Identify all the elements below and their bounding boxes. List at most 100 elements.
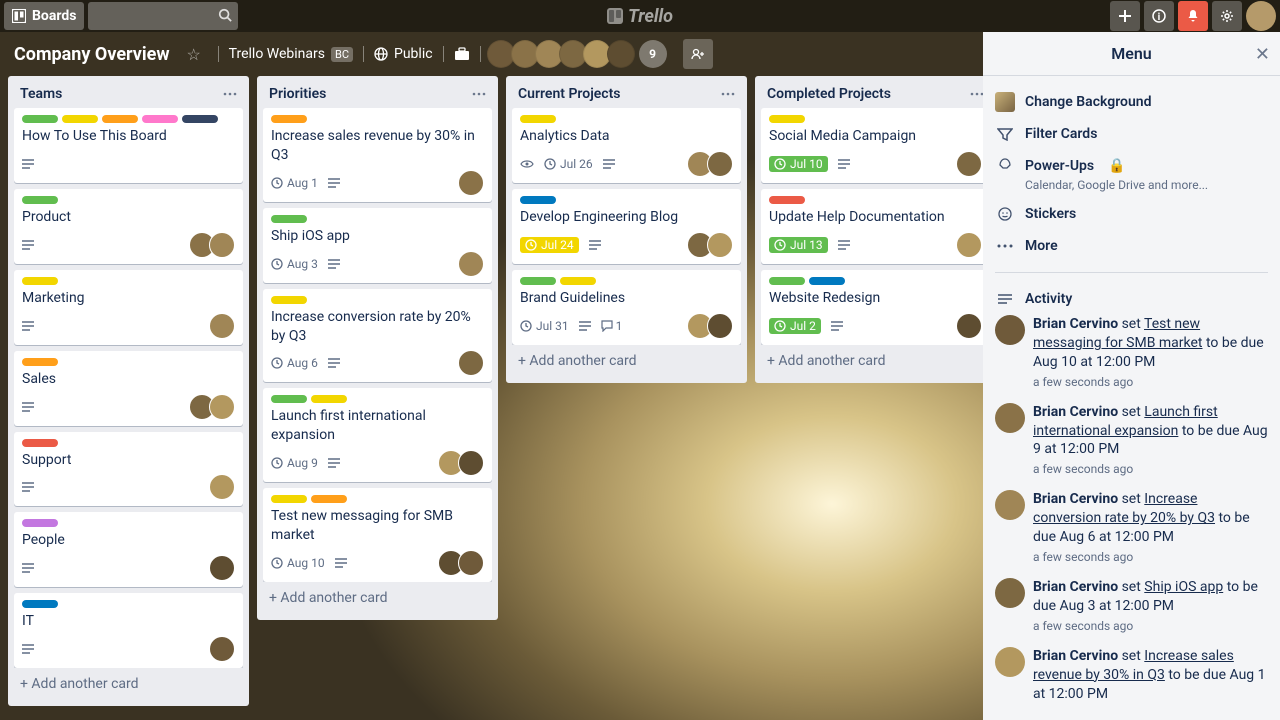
card[interactable]: Product <box>14 189 243 264</box>
member-avatar[interactable] <box>209 474 235 500</box>
label-blue[interactable] <box>520 196 556 204</box>
label-orange[interactable] <box>22 358 58 366</box>
member-avatar[interactable] <box>956 232 982 258</box>
member-avatar[interactable] <box>209 636 235 662</box>
card[interactable]: Analytics DataJul 26 <box>512 108 741 183</box>
card[interactable]: IT <box>14 593 243 668</box>
card[interactable]: Develop Engineering BlogJul 24 <box>512 189 741 264</box>
invite-button[interactable] <box>683 39 713 69</box>
list-menu-button[interactable] <box>472 92 486 96</box>
activity-avatar[interactable] <box>995 490 1025 520</box>
list-title[interactable]: Priorities <box>269 86 472 102</box>
member-avatar[interactable] <box>707 313 733 339</box>
member-avatar[interactable] <box>458 450 484 476</box>
card[interactable]: Sales <box>14 351 243 426</box>
info-button[interactable]: i <box>1144 1 1174 31</box>
label-green[interactable] <box>769 277 805 285</box>
menu-stickers[interactable]: Stickers <box>995 198 1268 230</box>
activity-link[interactable]: Ship iOS app <box>1144 579 1223 595</box>
label-orange[interactable] <box>271 115 307 123</box>
label-orange[interactable] <box>311 495 347 503</box>
member-avatar[interactable] <box>707 232 733 258</box>
create-button[interactable] <box>1110 1 1140 31</box>
label-green[interactable] <box>520 277 556 285</box>
briefcase-button[interactable] <box>454 47 470 61</box>
label-yellow[interactable] <box>22 277 58 285</box>
card[interactable]: Increase sales revenue by 30% in Q3Aug 1 <box>263 108 492 202</box>
activity-avatar[interactable] <box>995 578 1025 608</box>
list-title[interactable]: Teams <box>20 86 223 102</box>
menu-change-background[interactable]: Change Background <box>995 86 1268 118</box>
member-avatar[interactable] <box>956 151 982 177</box>
star-button[interactable]: ☆ <box>180 40 208 68</box>
label-green[interactable] <box>22 196 58 204</box>
card[interactable]: How To Use This Board <box>14 108 243 183</box>
team-name[interactable]: Trello Webinars BC <box>229 46 353 62</box>
label-red[interactable] <box>769 196 805 204</box>
label-yellow[interactable] <box>769 115 805 123</box>
menu-more[interactable]: More <box>995 230 1268 262</box>
search-input[interactable] <box>88 2 238 30</box>
label-yellow[interactable] <box>311 395 347 403</box>
label-yellow[interactable] <box>271 296 307 304</box>
list-title[interactable]: Current Projects <box>518 86 721 102</box>
menu-filter-cards[interactable]: Filter Cards <box>995 118 1268 150</box>
label-yellow[interactable] <box>62 115 98 123</box>
member-avatar[interactable] <box>209 394 235 420</box>
settings-button[interactable] <box>1212 1 1242 31</box>
card[interactable]: Brand GuidelinesJul 311 <box>512 270 741 345</box>
label-blue[interactable] <box>809 277 845 285</box>
activity-avatar[interactable] <box>995 403 1025 433</box>
card[interactable]: Ship iOS appAug 3 <box>263 208 492 283</box>
add-card-button[interactable]: + Add another card <box>263 582 492 614</box>
board-members[interactable]: 9 <box>491 40 667 68</box>
label-yellow[interactable] <box>520 115 556 123</box>
board-name[interactable]: Company Overview <box>14 44 170 65</box>
label-black[interactable] <box>182 115 218 123</box>
member-avatar[interactable] <box>209 555 235 581</box>
member-avatar[interactable] <box>707 151 733 177</box>
member-avatar[interactable] <box>458 170 484 196</box>
list-menu-button[interactable] <box>970 92 984 96</box>
card[interactable]: Support <box>14 432 243 507</box>
menu-close-button[interactable]: ✕ <box>1255 44 1270 65</box>
label-green[interactable] <box>271 215 307 223</box>
label-orange[interactable] <box>102 115 138 123</box>
card[interactable]: People <box>14 512 243 587</box>
label-yellow[interactable] <box>560 277 596 285</box>
activity-avatar[interactable] <box>995 647 1025 677</box>
card[interactable]: Increase conversion rate by 20% by Q3Aug… <box>263 289 492 383</box>
user-avatar[interactable] <box>1246 1 1276 31</box>
card[interactable]: Social Media CampaignJul 10 <box>761 108 990 183</box>
list-menu-button[interactable] <box>721 92 735 96</box>
add-card-button[interactable]: + Add another card <box>761 345 990 377</box>
card[interactable]: Marketing <box>14 270 243 345</box>
label-green[interactable] <box>22 115 58 123</box>
card[interactable]: Website RedesignJul 2 <box>761 270 990 345</box>
member-avatar[interactable] <box>956 313 982 339</box>
member-avatar[interactable] <box>209 232 235 258</box>
label-pink[interactable] <box>142 115 178 123</box>
card[interactable]: Launch first international expansionAug … <box>263 388 492 482</box>
card[interactable]: Update Help DocumentationJul 13 <box>761 189 990 264</box>
member-overflow[interactable]: 9 <box>639 40 667 68</box>
boards-button[interactable]: Boards <box>4 2 84 30</box>
member-avatar[interactable] <box>458 550 484 576</box>
member-avatar[interactable] <box>209 313 235 339</box>
notifications-button[interactable] <box>1178 1 1208 31</box>
card[interactable]: Test new messaging for SMB marketAug 10 <box>263 488 492 582</box>
member-avatar[interactable] <box>458 251 484 277</box>
label-purple[interactable] <box>22 519 58 527</box>
list-title[interactable]: Completed Projects <box>767 86 970 102</box>
activity-avatar[interactable] <box>995 315 1025 345</box>
label-green[interactable] <box>271 395 307 403</box>
member-avatar[interactable] <box>458 350 484 376</box>
label-blue[interactable] <box>22 600 58 608</box>
visibility-button[interactable]: Public <box>374 46 433 62</box>
add-card-button[interactable]: + Add another card <box>512 345 741 377</box>
label-red[interactable] <box>22 439 58 447</box>
list-menu-button[interactable] <box>223 92 237 96</box>
trello-logo[interactable]: Trello <box>607 6 673 27</box>
add-card-button[interactable]: + Add another card <box>14 668 243 700</box>
label-yellow[interactable] <box>271 495 307 503</box>
